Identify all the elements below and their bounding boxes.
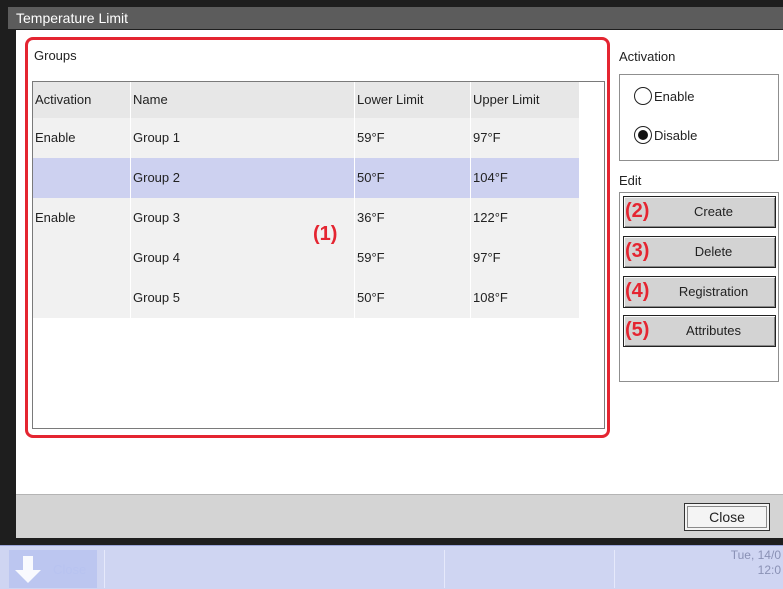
registration-button[interactable]: (4) Registration [623, 276, 776, 308]
cell-upper-limit: 97°F [473, 130, 501, 145]
cell-name: Group 5 [131, 278, 355, 318]
cell-lower-limit: 59°F [355, 238, 471, 278]
cell-lower-limit: 50°F [355, 278, 471, 318]
radio-disable[interactable]: Disable [634, 126, 697, 144]
cell-upper-limit: 97°F [473, 250, 501, 265]
clock-time: 12:0 [757, 563, 781, 577]
column-header-upper-limit[interactable]: Upper Limit [471, 82, 579, 118]
cell-activation: Enable [33, 198, 131, 238]
cell-activation: Enable [33, 118, 131, 158]
attributes-button[interactable]: (5) Attributes [623, 315, 776, 347]
groups-panel: Groups Activation Name Lower Limit Upper… [25, 37, 610, 438]
radio-disable-label: Disable [654, 127, 698, 143]
cell-upper-limit: 104°F [473, 170, 508, 185]
taskbar-divider [614, 550, 615, 588]
down-arrow-icon [15, 556, 41, 583]
table-row[interactable]: Enable Group 1 59°F 97°F [33, 118, 579, 158]
cell-activation [33, 238, 131, 278]
radio-enable-label: Enable [654, 88, 695, 104]
taskbar-close-button[interactable]: Close [9, 550, 97, 588]
callout-5: (5) [625, 319, 650, 341]
column-header-name[interactable]: Name [131, 82, 355, 118]
taskbar-divider [104, 550, 105, 588]
table-row[interactable]: Group 5 50°F 108°F [33, 278, 579, 318]
cell-activation [33, 158, 131, 198]
column-header-activation[interactable]: Activation [33, 82, 131, 118]
create-button-label: Create [693, 204, 734, 219]
registration-button-label: Registration [678, 284, 749, 299]
taskbar-clock: Tue, 14/0 12:0 [731, 548, 781, 578]
taskbar: Close Tue, 14/0 12:0 [0, 545, 783, 589]
radio-checked-icon[interactable] [634, 126, 652, 144]
table-header: Activation Name Lower Limit Upper Limit [33, 82, 579, 118]
content-area: Groups Activation Name Lower Limit Upper… [16, 30, 783, 494]
groups-label: Groups [34, 48, 77, 63]
clock-date: Tue, 14/0 [730, 548, 781, 562]
temperature-limit-window: Temperature Limit Groups Activation Name… [0, 0, 783, 545]
delete-button-label: Delete [694, 244, 733, 259]
table-row[interactable]: Group 4 59°F 97°F [33, 238, 579, 278]
cell-name: Group 1 [131, 118, 355, 158]
cell-lower-limit: 36°F [355, 198, 471, 238]
close-button[interactable]: Close [684, 503, 770, 531]
callout-4: (4) [625, 280, 650, 302]
table-row-selected[interactable]: Group 2 50°F 104°F [33, 158, 579, 198]
cell-name: Group 2 [131, 158, 355, 198]
cell-upper-limit: 122°F [473, 210, 508, 225]
cell-lower-limit: 59°F [355, 118, 471, 158]
cell-lower-limit: 50°F [355, 158, 471, 198]
edit-button-group: (2) Create (3) Delete (4) Registration (… [619, 192, 779, 382]
radio-enable[interactable]: Enable [634, 87, 694, 105]
edit-label: Edit [619, 173, 642, 188]
groups-table[interactable]: Activation Name Lower Limit Upper Limit … [32, 81, 605, 429]
activation-radio-group: Enable Disable [619, 74, 779, 161]
taskbar-close-label: Close [53, 561, 87, 577]
callout-2: (2) [625, 200, 650, 222]
column-header-lower-limit[interactable]: Lower Limit [355, 82, 471, 118]
radio-unchecked-icon[interactable] [634, 87, 652, 105]
taskbar-divider [444, 550, 445, 588]
table-row[interactable]: Enable Group 3 36°F 122°F [33, 198, 579, 238]
activation-label: Activation [619, 49, 676, 64]
window-title: Temperature Limit [8, 7, 783, 29]
delete-button[interactable]: (3) Delete [623, 236, 776, 268]
footer-bar: Close [16, 494, 783, 538]
callout-1: (1) [313, 223, 338, 245]
callout-3: (3) [625, 240, 650, 262]
cell-activation [33, 278, 131, 318]
create-button[interactable]: (2) Create [623, 196, 776, 228]
attributes-button-label: Attributes [686, 323, 741, 338]
cell-upper-limit: 108°F [473, 290, 508, 305]
